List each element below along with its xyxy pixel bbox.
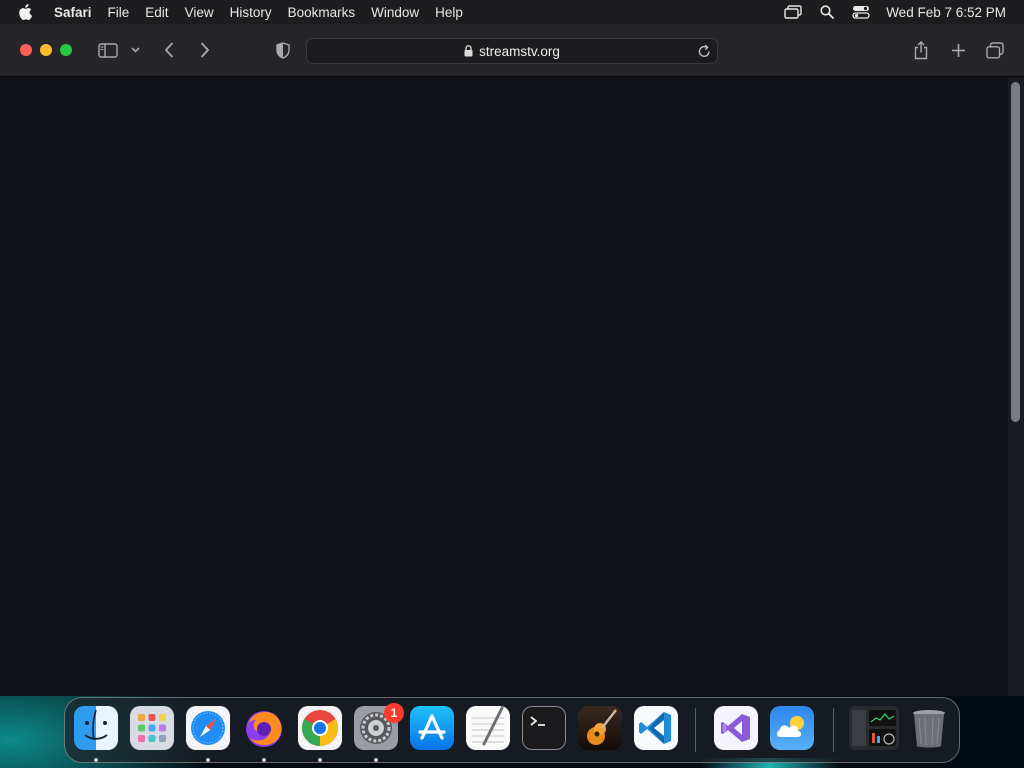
dock-separator [833, 708, 834, 752]
vscode-icon[interactable] [634, 706, 678, 750]
menu-help[interactable]: Help [427, 5, 471, 20]
reload-icon[interactable] [698, 44, 711, 63]
menu-app-name[interactable]: Safari [46, 5, 100, 20]
textedit-icon[interactable] [466, 706, 510, 750]
menu-view[interactable]: View [177, 5, 222, 20]
privacy-shield-icon[interactable] [272, 38, 294, 62]
dock-separator [695, 708, 696, 752]
weather-icon[interactable] [770, 706, 814, 750]
menu-clock[interactable]: Wed Feb 7 6:52 PM [886, 5, 1006, 20]
notification-badge: 1 [384, 703, 404, 723]
address-bar[interactable]: streamstv.org [306, 38, 718, 64]
running-indicator [262, 758, 266, 762]
running-indicator [206, 758, 210, 762]
browser-toolbar: streamstv.org [0, 24, 1024, 77]
apple-menu-icon[interactable] [0, 3, 52, 21]
scrollbar-thumb[interactable] [1011, 82, 1020, 422]
control-center-icon[interactable] [844, 5, 878, 19]
dock: 1 [64, 697, 960, 763]
share-icon[interactable] [910, 38, 932, 62]
sidebar-toggle-icon[interactable] [96, 38, 120, 62]
trash-icon[interactable] [907, 706, 951, 750]
app-store-icon[interactable] [410, 706, 454, 750]
safari-dock-icon[interactable] [186, 706, 230, 750]
running-indicator [94, 758, 98, 762]
address-url: streamstv.org [479, 43, 560, 59]
terminal-icon[interactable] [522, 706, 566, 750]
chrome-icon[interactable] [298, 706, 342, 750]
visual-studio-icon[interactable] [714, 706, 758, 750]
menu-window[interactable]: Window [363, 5, 427, 20]
menu-bar: Safari File Edit View History Bookmarks … [0, 0, 1024, 24]
running-indicator [374, 758, 378, 762]
menu-history[interactable]: History [222, 5, 280, 20]
close-window-button[interactable] [20, 44, 32, 56]
menu-bookmarks[interactable]: Bookmarks [280, 5, 364, 20]
finder-icon[interactable] [74, 706, 118, 750]
activity-monitor-icon[interactable] [849, 706, 899, 750]
garageband-icon[interactable] [578, 706, 622, 750]
back-button[interactable] [158, 38, 180, 62]
lock-icon [464, 45, 473, 57]
web-page-content[interactable] [0, 78, 1024, 696]
menu-file[interactable]: File [100, 5, 138, 20]
firefox-icon[interactable] [242, 706, 286, 750]
menu-edit[interactable]: Edit [137, 5, 176, 20]
screen-mirroring-icon[interactable] [776, 5, 810, 19]
zoom-window-button[interactable] [60, 44, 72, 56]
spotlight-search-icon[interactable] [810, 5, 844, 19]
safari-window: streamstv.org [0, 24, 1024, 696]
minimize-window-button[interactable] [40, 44, 52, 56]
chevron-down-icon[interactable] [128, 38, 142, 62]
running-indicator [318, 758, 322, 762]
vertical-scrollbar[interactable] [1008, 78, 1024, 696]
tab-overview-icon[interactable] [984, 38, 1006, 62]
launchpad-icon[interactable] [130, 706, 174, 750]
new-tab-plus-icon[interactable] [947, 38, 969, 62]
forward-button[interactable] [194, 38, 216, 62]
